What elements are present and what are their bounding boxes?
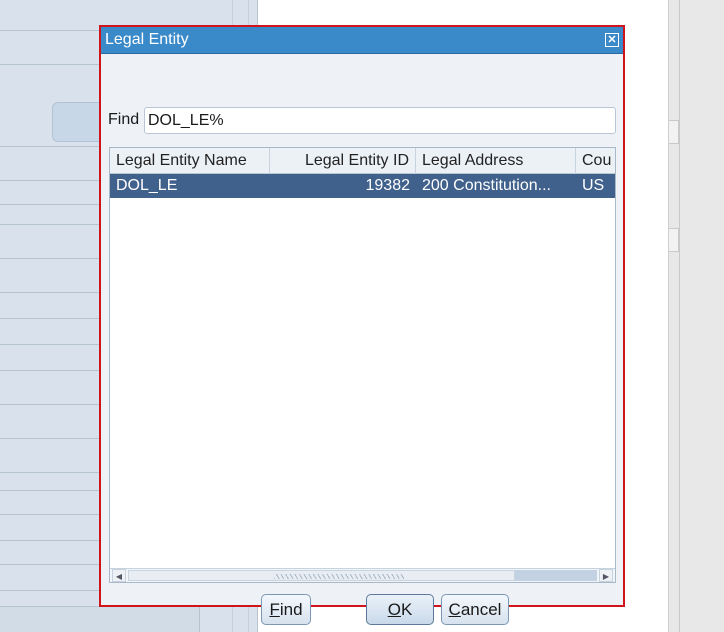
cell-legal-entity-name[interactable]: DOL_LE (110, 174, 270, 198)
cell-country[interactable]: US (576, 174, 615, 198)
find-label: Find (108, 111, 140, 128)
background-footer (0, 606, 200, 632)
scroll-left-arrow-icon[interactable]: ◀ (112, 569, 126, 582)
legal-entity-dialog: Legal Entity ✕ Find Legal Entity Name Le… (99, 25, 625, 625)
ok-button-mnemonic: O (387, 600, 401, 619)
ok-button[interactable]: OK (366, 594, 434, 625)
scrollbar-track[interactable] (515, 570, 597, 581)
cancel-button-label: ancel (460, 600, 502, 619)
horizontal-scrollbar[interactable]: ◀ ▶ (110, 568, 615, 582)
dialog-title: Legal Entity (105, 31, 189, 48)
cell-legal-entity-id[interactable]: 19382 (270, 174, 416, 198)
column-header-legal-entity-id[interactable]: Legal Entity ID (270, 148, 416, 174)
dialog-title-bar[interactable]: Legal Entity ✕ (101, 27, 623, 54)
find-button[interactable]: Find (261, 594, 311, 625)
scrollbar-grip-icon (274, 574, 404, 579)
background-scroll-region (668, 0, 724, 632)
cell-legal-address[interactable]: 200 Constitution... (416, 174, 576, 198)
ok-button-label: K (400, 600, 413, 619)
scroll-right-arrow-icon[interactable]: ▶ (599, 569, 613, 582)
divider (679, 0, 680, 632)
results-table: Legal Entity Name Legal Entity ID Legal … (109, 147, 616, 583)
table-row[interactable]: DOL_LE 19382 200 Constitution... US (110, 174, 615, 198)
cancel-button[interactable]: Cancel (441, 594, 509, 625)
scrollbar-thumb[interactable] (128, 570, 515, 581)
cancel-button-mnemonic: C (448, 600, 461, 619)
close-icon[interactable]: ✕ (605, 33, 619, 47)
column-header-country[interactable]: Cou (576, 148, 615, 174)
column-header-legal-entity-name[interactable]: Legal Entity Name (110, 148, 270, 174)
dialog-body: Find Legal Entity Name Legal Entity ID L… (101, 54, 623, 625)
background-tab (669, 228, 679, 252)
table-header: Legal Entity Name Legal Entity ID Legal … (110, 148, 615, 174)
background-tab (669, 120, 679, 144)
find-button-label: ind (279, 600, 303, 619)
find-input[interactable] (144, 107, 616, 134)
column-header-legal-address[interactable]: Legal Address (416, 148, 576, 174)
find-button-mnemonic: F (269, 600, 280, 619)
